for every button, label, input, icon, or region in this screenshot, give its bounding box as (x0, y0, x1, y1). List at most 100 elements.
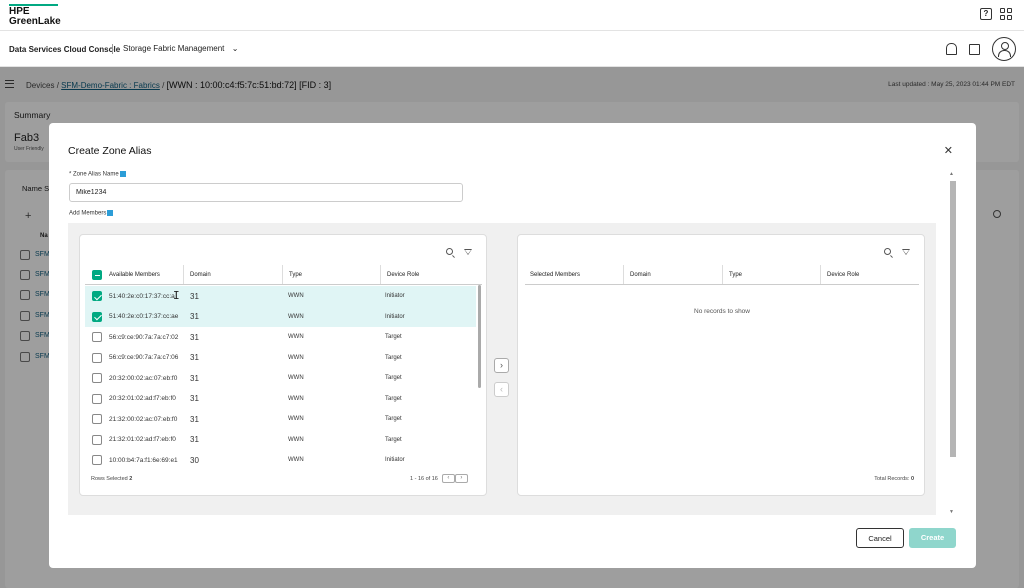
row-checkbox[interactable] (92, 291, 102, 302)
select-all-checkbox[interactable] (92, 269, 102, 280)
filter-icon[interactable] (464, 249, 472, 255)
member-role: Initiator (385, 293, 405, 300)
row-checkbox[interactable] (92, 414, 102, 425)
bell-icon[interactable] (946, 43, 957, 55)
member-wwn: 56:c9:ce:90:7a:7a:c7:06 (109, 354, 179, 362)
zone-alias-label-text: * Zone Alias Name (69, 171, 119, 178)
search-icon[interactable] (446, 248, 453, 255)
add-members-label: Add Members (69, 210, 114, 217)
empty-state-text: No records to show (694, 308, 750, 315)
app-grid-icon[interactable] (1000, 8, 1012, 20)
table-row[interactable]: 56:c9:ce:90:7a:7a:c7:02 31 WWN Target (85, 327, 476, 348)
member-domain: 31 (190, 435, 199, 445)
member-type: WWN (288, 395, 304, 402)
column-type[interactable]: Type (283, 265, 381, 284)
column-label: Available Members (109, 271, 160, 278)
chevron-down-icon: ⌄ (231, 44, 239, 53)
scroll-down-icon[interactable]: ▼ (949, 509, 954, 515)
text-cursor-icon: I (173, 289, 180, 302)
table-row[interactable]: 21:32:00:02:ac:07:eb:f0 31 WWN Target (85, 409, 476, 430)
filter-icon[interactable] (902, 249, 910, 255)
app-selector[interactable]: Storage Fabric Management ⌄ (118, 40, 242, 58)
next-page-button[interactable]: › (454, 474, 468, 483)
cancel-button[interactable]: Cancel (856, 528, 904, 548)
row-checkbox[interactable] (92, 434, 102, 445)
row-checkbox[interactable] (92, 373, 102, 384)
total-records-label: Total Records: (874, 476, 910, 482)
member-domain: 31 (190, 312, 199, 322)
member-wwn: 20:32:00:02:ac:07:eb:f0 (109, 374, 178, 382)
member-domain: 31 (190, 332, 199, 342)
member-type: WWN (288, 375, 304, 382)
column-available-members[interactable]: Available Members (85, 265, 184, 284)
member-transfer: Available Members Domain Type Device Rol… (68, 223, 936, 515)
member-type: WWN (288, 457, 304, 464)
dialog-title: Create Zone Alias (68, 145, 152, 157)
rows-selected-label: Rows Selected (91, 476, 128, 482)
column-type[interactable]: Type (723, 265, 821, 284)
member-domain: 31 (190, 353, 199, 363)
table-row[interactable]: 21:32:01:02:ad:f7:eb:f0 31 WWN Target (85, 430, 476, 451)
member-wwn: 51:40:2e:c0:17:37:cc:ae (109, 313, 179, 321)
row-checkbox[interactable] (92, 311, 102, 322)
member-domain: 31 (190, 414, 199, 424)
table-row[interactable]: 20:32:01:02:ad:f7:eb:f0 31 WWN Target (85, 389, 476, 410)
member-wwn: 10:00:b4:7a:f1:6e:69:e1 (109, 456, 178, 464)
selected-members-pane: Selected Members Domain Type Device Role… (517, 234, 925, 496)
info-icon[interactable] (107, 210, 114, 216)
member-domain: 31 (190, 373, 199, 383)
member-domain: 31 (190, 394, 199, 404)
top-bar: HPE GreenLake ? (0, 0, 1024, 31)
dialog-scrollbar-thumb[interactable] (950, 181, 956, 457)
column-selected-members[interactable]: Selected Members (525, 265, 624, 284)
available-members-pane: Available Members Domain Type Device Rol… (79, 234, 487, 496)
column-domain[interactable]: Domain (624, 265, 723, 284)
member-role: Target (385, 416, 402, 423)
member-role: Target (385, 395, 402, 402)
member-type: WWN (288, 293, 304, 300)
row-checkbox[interactable] (92, 455, 102, 466)
row-checkbox[interactable] (92, 352, 102, 363)
help-icon[interactable]: ? (980, 8, 992, 20)
move-left-button[interactable]: ‹ (494, 382, 509, 397)
zone-alias-name-input[interactable] (69, 183, 463, 202)
prev-page-button[interactable]: ‹ (441, 474, 455, 483)
member-role: Target (385, 375, 402, 382)
news-icon[interactable] (969, 43, 980, 55)
column-device-role[interactable]: Device Role (381, 265, 476, 284)
search-icon[interactable] (884, 248, 891, 255)
table-scrollbar[interactable] (478, 285, 481, 388)
member-wwn: 56:c9:ce:90:7a:7a:c7:02 (109, 333, 179, 341)
member-type: WWN (288, 436, 304, 443)
table-row[interactable]: 20:32:00:02:ac:07:eb:f0 31 WWN Target (85, 368, 476, 389)
user-avatar-icon[interactable] (992, 37, 1016, 61)
create-button[interactable]: Create (909, 528, 956, 548)
member-role: Target (385, 334, 402, 341)
rows-selected-count: 2 (129, 476, 133, 482)
member-type: WWN (288, 416, 304, 423)
member-wwn: 21:32:01:02:ad:f7:eb:f0 (109, 436, 176, 444)
member-domain: 30 (190, 455, 199, 465)
member-wwn: 20:32:01:02:ad:f7:eb:f0 (109, 395, 176, 403)
table-row[interactable]: 56:c9:ce:90:7a:7a:c7:06 31 WWN Target (85, 348, 476, 369)
info-icon[interactable] (119, 171, 126, 177)
member-role: Target (385, 354, 402, 361)
table-row[interactable]: 51:40:2e:c0:17:37:cc:a 31 WWN Initiator (85, 286, 476, 307)
row-checkbox[interactable] (92, 393, 102, 404)
scroll-up-icon[interactable]: ▲ (949, 171, 954, 177)
available-table-body: 51:40:2e:c0:17:37:cc:a 31 WWN Initiator … (85, 286, 476, 466)
table-row[interactable]: 51:40:2e:c0:17:37:cc:ae 31 WWN Initiator (85, 306, 476, 327)
move-right-button[interactable]: › (494, 358, 509, 373)
table-row[interactable]: 10:00:b4:7a:f1:6e:69:e1 30 WWN Initiator (85, 450, 476, 466)
member-role: Initiator (385, 457, 405, 464)
column-domain[interactable]: Domain (184, 265, 283, 284)
row-checkbox[interactable] (92, 332, 102, 343)
app-selector-label: Storage Fabric Management (123, 44, 225, 53)
close-icon[interactable]: ✕ (944, 144, 953, 157)
hpe-greenlake-logo[interactable]: HPE GreenLake (9, 4, 61, 27)
console-bar: Data Services Cloud Console Storage Fabr… (0, 31, 1024, 67)
column-device-role[interactable]: Device Role (821, 265, 919, 284)
total-records-count: 0 (910, 476, 914, 482)
pagination: 1 - 16 of 16 ‹ › (410, 474, 468, 483)
dialog-scrollbar[interactable]: ▲ ▼ (948, 170, 956, 517)
